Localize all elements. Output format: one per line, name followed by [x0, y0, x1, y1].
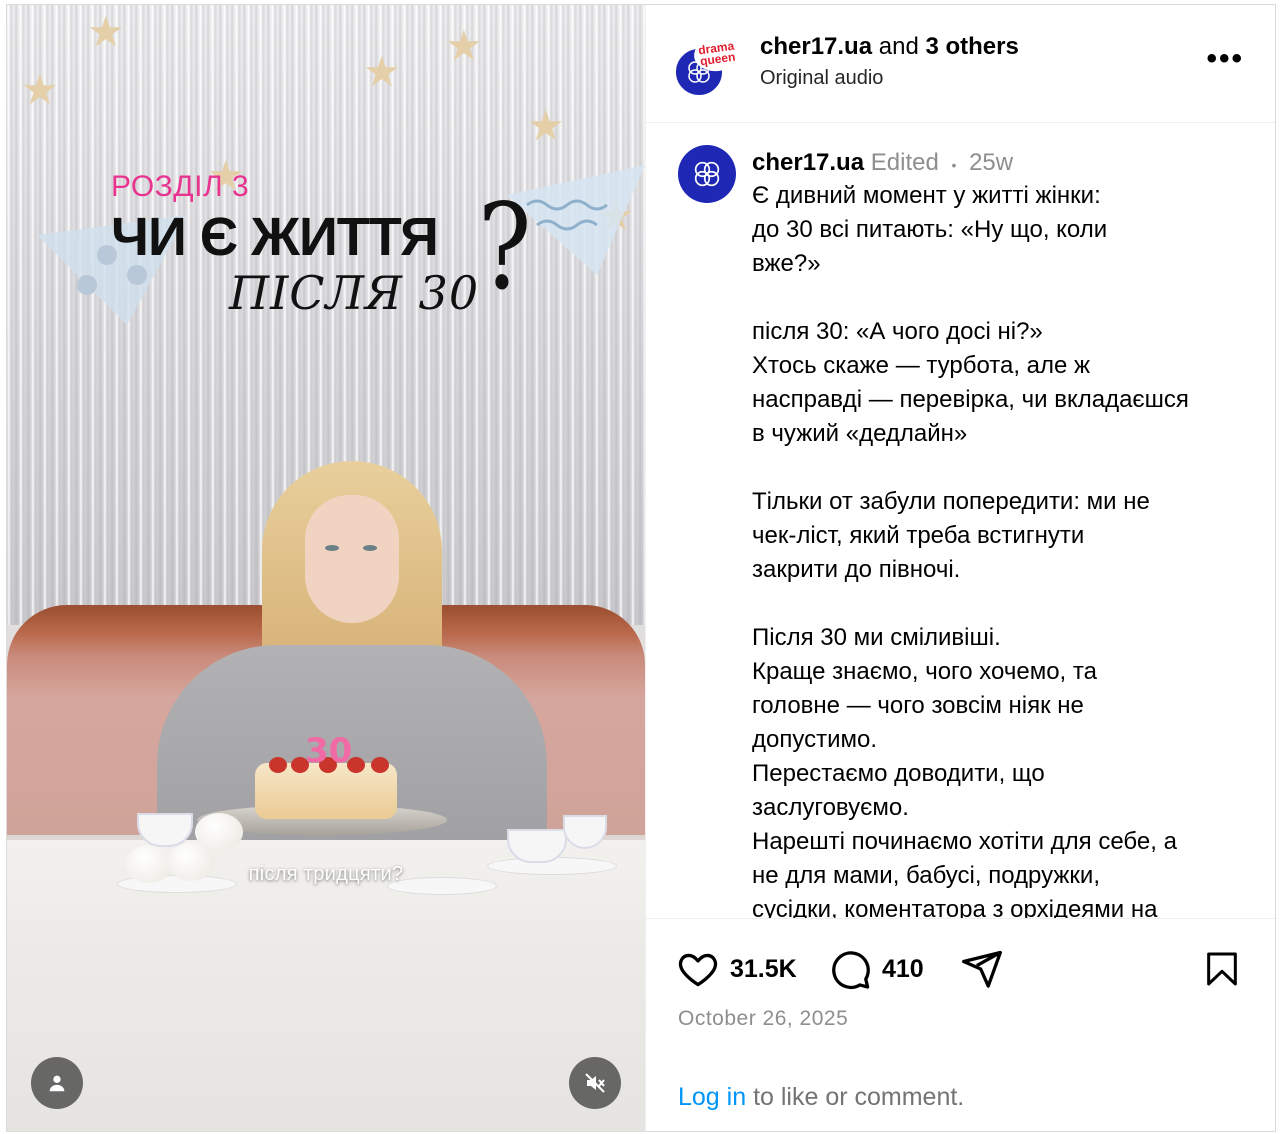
number-candle: 30	[305, 731, 353, 771]
and-text: and	[878, 33, 919, 60]
comment-icon[interactable]	[828, 947, 872, 991]
star-decoration: ★	[363, 48, 401, 95]
headline-line2: ПІСЛЯ 30	[229, 266, 480, 320]
video-subtitle: після тридцяти?	[248, 863, 404, 885]
mute-button[interactable]	[569, 1057, 621, 1109]
post-age[interactable]: 25w	[969, 149, 1013, 176]
post-frame: ★ ★ ★ ★ ★ ★ ★ 30	[6, 4, 1276, 1132]
heart-icon[interactable]	[676, 947, 720, 991]
bookmark-icon[interactable]	[1202, 947, 1242, 991]
caption-username[interactable]: cher17.ua	[752, 149, 864, 176]
more-horizontal-icon: •••	[1206, 42, 1244, 75]
like-action: 31.5K	[676, 947, 797, 991]
login-link[interactable]: Log in	[678, 1083, 746, 1111]
like-count[interactable]: 31.5K	[730, 955, 797, 984]
header-username[interactable]: cher17.ua	[760, 33, 872, 60]
strawberry	[371, 757, 389, 773]
caption-text: Є дивний момент у житті жінки: до 30 всі…	[752, 182, 1189, 919]
meringue	[195, 813, 243, 851]
action-bar: 31.5K 410	[646, 947, 1275, 999]
save-action	[1202, 947, 1242, 991]
post-header: drama queen cher17.ua and 3 others Origi…	[646, 5, 1275, 123]
woman-face	[305, 495, 399, 623]
comment-action: 410	[828, 947, 924, 991]
audio-link[interactable]: Original audio	[760, 67, 1019, 90]
star-decoration: ★	[445, 22, 483, 69]
star-decoration: ★	[87, 8, 125, 55]
edited-label: Edited	[870, 149, 939, 176]
star-decoration: ★	[21, 66, 59, 113]
caption-area[interactable]: cher17.ua Edited • 25w Є дивний момент у…	[646, 123, 1275, 919]
chapter-label: РОЗДІЛ 3	[111, 170, 250, 203]
collab-line: cher17.ua and 3 others	[760, 33, 1019, 61]
collab-avatars[interactable]: drama queen	[674, 33, 743, 101]
login-prompt: Log in to like or comment.	[678, 1083, 964, 1112]
reel-video[interactable]: ★ ★ ★ ★ ★ ★ ★ 30	[7, 5, 645, 1131]
brand-logo-icon	[694, 161, 720, 187]
header-text: cher17.ua and 3 others Original audio	[760, 33, 1019, 90]
caption-body: cher17.ua Edited • 25w Є дивний момент у…	[752, 149, 1262, 919]
muted-speaker-icon	[585, 1073, 605, 1093]
star-decoration: ★	[527, 102, 565, 149]
profile-button[interactable]	[31, 1057, 83, 1109]
caption-header: cher17.ua Edited • 25w	[752, 149, 1262, 177]
user-icon	[49, 1075, 65, 1092]
post-sidebar: drama queen cher17.ua and 3 others Origi…	[645, 5, 1275, 1131]
caption-avatar[interactable]	[678, 145, 736, 203]
share-action	[960, 947, 1004, 991]
login-prompt-text: to like or comment.	[746, 1083, 965, 1111]
meta-separator: •	[951, 157, 957, 173]
strawberry	[269, 757, 287, 773]
post-date[interactable]: October 26, 2025	[678, 1007, 848, 1031]
others-link[interactable]: 3 others	[925, 33, 1018, 60]
eye	[363, 545, 377, 551]
comment-count[interactable]: 410	[882, 955, 924, 984]
send-icon[interactable]	[960, 947, 1004, 991]
eye	[325, 545, 339, 551]
headline-line1: ЧИ Є ЖИТТЯ	[111, 207, 439, 267]
more-options-button[interactable]: •••	[1206, 44, 1244, 74]
headline-question-mark: ?	[477, 178, 532, 316]
